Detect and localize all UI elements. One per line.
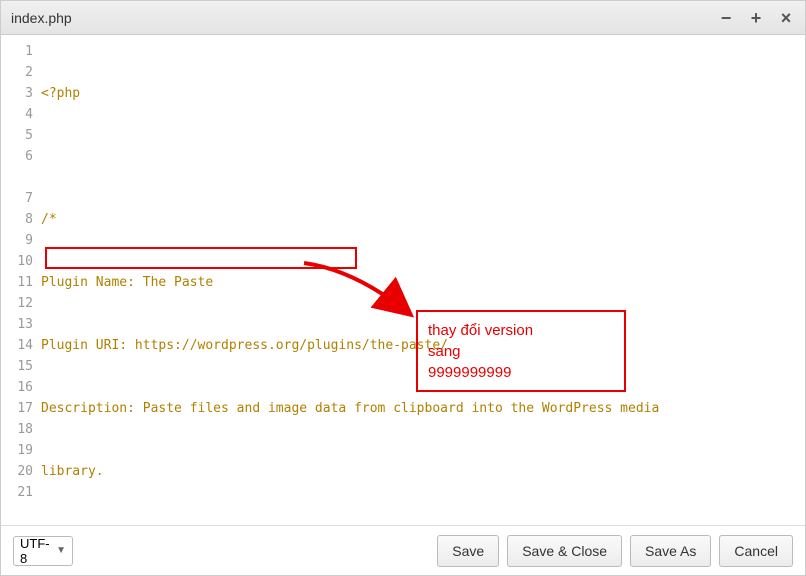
line-number: 6 bbox=[1, 146, 33, 167]
line-number: 19 bbox=[1, 440, 33, 461]
annotation-text: 9999999999 bbox=[428, 362, 614, 383]
line-number: 14 bbox=[1, 335, 33, 356]
maximize-button[interactable]: + bbox=[747, 9, 765, 27]
line-number: 9 bbox=[1, 230, 33, 251]
titlebar: index.php − + × bbox=[1, 1, 805, 35]
chevron-down-icon: ▼ bbox=[56, 545, 66, 556]
line-number: 18 bbox=[1, 419, 33, 440]
code-content[interactable]: <?php /* Plugin Name: The Paste Plugin U… bbox=[41, 41, 805, 525]
save-as-button[interactable]: Save As bbox=[630, 535, 711, 567]
code-text: Author: Jörn Lund bbox=[41, 524, 805, 525]
line-number: 3 bbox=[1, 83, 33, 104]
close-button[interactable]: × bbox=[777, 9, 795, 27]
line-number: 16 bbox=[1, 377, 33, 398]
line-number-gutter: 1 2 3 4 5 6 7 8 9 10 11 12 13 14 15 16 1… bbox=[1, 41, 41, 525]
window-controls: − + × bbox=[717, 9, 795, 27]
code-text: /* bbox=[41, 209, 805, 230]
line-number: 5 bbox=[1, 125, 33, 146]
annotation-text: sang bbox=[428, 341, 614, 362]
minimize-button[interactable]: − bbox=[717, 9, 735, 27]
line-number: 21 bbox=[1, 482, 33, 503]
line-number: 2 bbox=[1, 62, 33, 83]
code-text: Plugin Name: The Paste bbox=[41, 272, 805, 293]
line-number: 20 bbox=[1, 461, 33, 482]
line-number: 1 bbox=[1, 41, 33, 62]
code-text: <?php bbox=[41, 86, 80, 101]
save-button[interactable]: Save bbox=[437, 535, 499, 567]
line-number: 12 bbox=[1, 293, 33, 314]
line-number bbox=[1, 167, 33, 188]
line-number: 17 bbox=[1, 398, 33, 419]
line-number: 7 bbox=[1, 188, 33, 209]
line-number: 8 bbox=[1, 209, 33, 230]
line-number: 13 bbox=[1, 314, 33, 335]
save-close-button[interactable]: Save & Close bbox=[507, 535, 622, 567]
encoding-select[interactable]: UTF-8 ▼ bbox=[13, 536, 73, 566]
code-text: Description: Paste files and image data … bbox=[41, 398, 805, 419]
line-number: 15 bbox=[1, 356, 33, 377]
code-editor[interactable]: 1 2 3 4 5 6 7 8 9 10 11 12 13 14 15 16 1… bbox=[1, 35, 805, 525]
cancel-button[interactable]: Cancel bbox=[719, 535, 793, 567]
code-text: library. bbox=[41, 461, 805, 482]
window-title: index.php bbox=[11, 10, 717, 26]
line-number: 10 bbox=[1, 251, 33, 272]
code-text bbox=[41, 146, 805, 167]
footer-toolbar: UTF-8 ▼ Save Save & Close Save As Cancel bbox=[1, 525, 805, 575]
annotation-callout: thay đổi version sang 9999999999 bbox=[416, 310, 626, 392]
line-number: 11 bbox=[1, 272, 33, 293]
line-number: 4 bbox=[1, 104, 33, 125]
encoding-value: UTF-8 bbox=[20, 536, 56, 566]
annotation-text: thay đổi version bbox=[428, 320, 614, 341]
